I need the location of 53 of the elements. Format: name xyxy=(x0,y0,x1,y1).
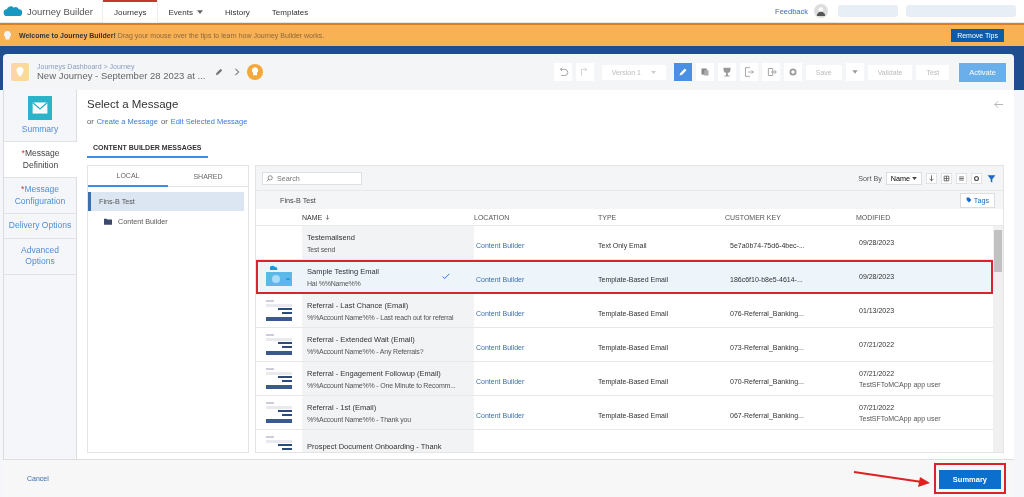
trophy-icon[interactable] xyxy=(717,63,736,81)
settings-icon[interactable] xyxy=(971,172,982,184)
nav-tab[interactable]: Templates xyxy=(260,0,320,22)
step-item[interactable]: Advanced Options xyxy=(4,238,76,275)
lightbulb-icon xyxy=(4,30,11,41)
back-arrow-icon[interactable] xyxy=(994,99,1004,109)
step-label: Advanced Options xyxy=(20,244,60,268)
copy-icon[interactable] xyxy=(695,63,714,81)
email-thumbnail-icon xyxy=(264,399,294,426)
list-view-icon[interactable] xyxy=(956,172,967,184)
sort-arrow-icon xyxy=(325,213,331,221)
pencil-mode-icon[interactable] xyxy=(673,63,692,81)
folder-icon xyxy=(104,218,112,225)
step-label: *Message Configuration xyxy=(13,184,67,208)
cloud-logo-icon xyxy=(3,4,23,18)
caret-icon xyxy=(196,10,203,14)
app-name: Journey Builder xyxy=(27,5,94,17)
step-item[interactable]: Delivery Options xyxy=(4,214,76,239)
tip-bulb-icon[interactable] xyxy=(247,64,264,80)
email-thumbnail-icon xyxy=(264,297,294,324)
nav-tab[interactable]: History xyxy=(213,0,261,22)
step-item[interactable]: Summary xyxy=(4,90,76,143)
email-thumbnail-icon xyxy=(264,331,294,358)
avatar-icon[interactable] xyxy=(814,4,828,18)
undo-icon[interactable] xyxy=(553,63,572,81)
chevron-icon[interactable] xyxy=(233,68,242,76)
journey-title: New Journey - September 28 2023 at ... xyxy=(37,70,206,81)
email-thumbnail-icon xyxy=(264,365,294,392)
panel-title: Select a Message xyxy=(87,98,179,110)
step-item[interactable]: *Message Configuration xyxy=(4,178,76,215)
grid-view-icon[interactable] xyxy=(941,172,952,184)
email-thumbnail-icon xyxy=(264,433,294,452)
step-item[interactable]: *Message Definition xyxy=(4,142,77,179)
step-label: *Message Definition xyxy=(20,148,61,172)
step-label: Summary xyxy=(21,124,59,136)
nav-tab[interactable]: Events xyxy=(157,0,214,22)
checkmark-icon xyxy=(442,273,450,280)
journey-pin-icon xyxy=(11,63,29,81)
nav-tab[interactable]: Journeys xyxy=(103,0,158,22)
envelope-icon xyxy=(28,96,52,120)
caret-icon xyxy=(912,176,917,180)
export-icon[interactable] xyxy=(761,63,780,81)
scrollbar[interactable] xyxy=(993,226,1003,452)
tag-icon xyxy=(965,197,972,203)
exit-icon[interactable] xyxy=(739,63,758,81)
dropdown-icon[interactable] xyxy=(845,63,864,81)
redo-icon[interactable] xyxy=(575,63,594,81)
sort-direction-icon[interactable] xyxy=(926,172,937,184)
pencil-icon[interactable] xyxy=(215,68,224,76)
search-icon xyxy=(266,174,273,182)
filter-icon[interactable] xyxy=(986,172,997,184)
caret-icon xyxy=(650,70,656,74)
step-label: Delivery Options xyxy=(8,220,72,232)
